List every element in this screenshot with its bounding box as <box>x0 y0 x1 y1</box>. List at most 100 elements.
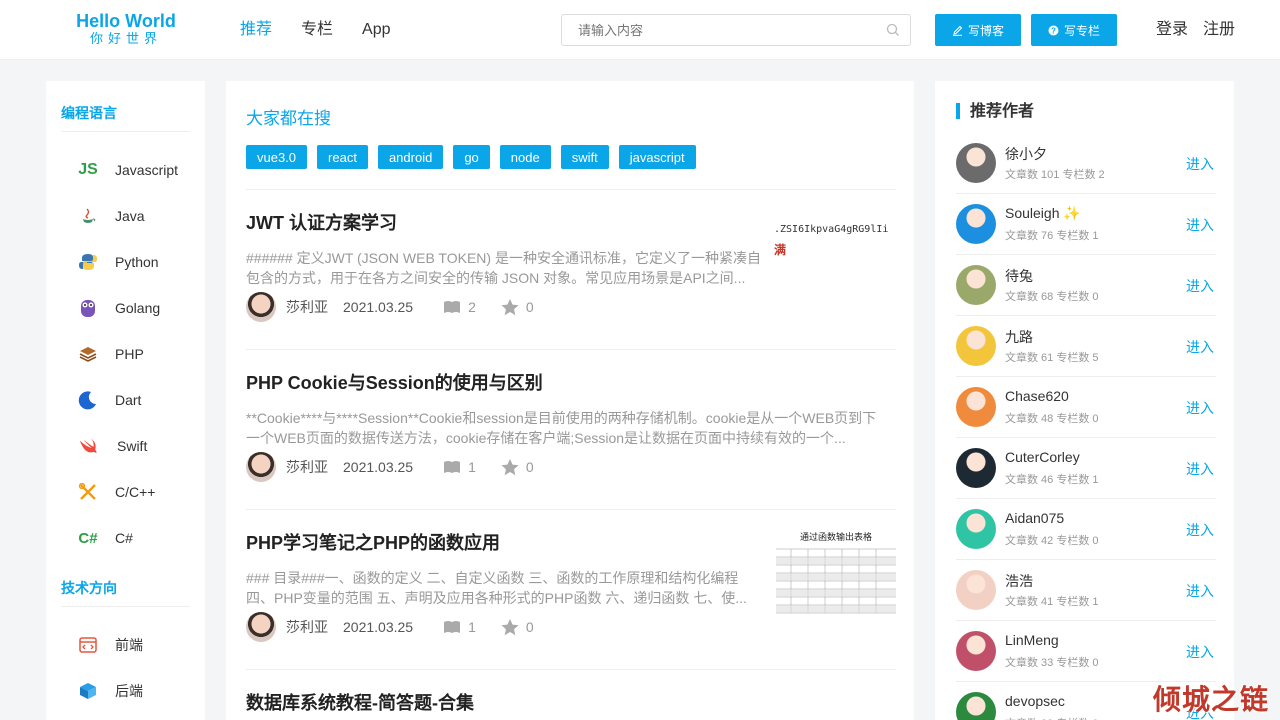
tech-divider <box>61 606 190 607</box>
avatar[interactable] <box>956 204 996 244</box>
sidebar-item-swift[interactable]: Swift <box>78 435 147 457</box>
author-row[interactable]: Souleigh ✨ 文章数 76 专栏数 1 进入 <box>956 194 1216 255</box>
avatar[interactable] <box>956 265 996 305</box>
nav-app[interactable]: App <box>362 20 390 40</box>
article-thumbnail[interactable]: 通过函数输出表格 <box>776 528 896 620</box>
author-name[interactable]: 待兔 <box>1005 266 1033 286</box>
author-name[interactable]: 浩浩 <box>1005 571 1033 591</box>
avatar[interactable] <box>956 448 996 488</box>
star-icon <box>501 458 519 475</box>
sidebar-item-backend[interactable]: 后端 <box>78 680 143 702</box>
avatar[interactable] <box>956 631 996 671</box>
enter-link[interactable]: 进入 <box>1186 337 1214 357</box>
article-author[interactable]: 莎利亚 <box>286 617 328 637</box>
search-input[interactable] <box>578 15 878 45</box>
enter-link[interactable]: 进入 <box>1186 642 1214 662</box>
sidebar-item-label: Java <box>115 208 145 224</box>
author-row[interactable]: 徐小夕 文章数 101 专栏数 2 进入 <box>956 133 1216 194</box>
enter-link[interactable]: 进入 <box>1186 276 1214 296</box>
sidebar-item-dart[interactable]: Dart <box>78 389 141 411</box>
author-row[interactable]: CuterCorley 文章数 46 专栏数 1 进入 <box>956 438 1216 499</box>
avatar[interactable] <box>956 570 996 610</box>
enter-link[interactable]: 进入 <box>1186 520 1214 540</box>
star-count: 0 <box>501 458 534 476</box>
avatar[interactable] <box>956 143 996 183</box>
author-row[interactable]: 待兔 文章数 68 专栏数 0 进入 <box>956 255 1216 316</box>
article-card[interactable]: JWT 认证方案学习 ###### 定义JWT (JSON WEB TOKEN)… <box>246 212 896 342</box>
avatar[interactable] <box>246 292 276 322</box>
tag-swift[interactable]: swift <box>560 145 609 169</box>
tags-divider <box>246 189 896 190</box>
sidebar-item-cpp[interactable]: C/C++ <box>78 481 155 503</box>
author-name[interactable]: Aidan075 <box>1005 510 1064 526</box>
author-name[interactable]: Souleigh ✨ <box>1005 205 1081 222</box>
enter-link[interactable]: 进入 <box>1186 154 1214 174</box>
author-name[interactable]: devopsec <box>1005 693 1065 709</box>
star-icon <box>501 618 519 635</box>
author-name[interactable]: 九路 <box>1005 327 1033 347</box>
enter-link[interactable]: 进入 <box>1186 459 1214 479</box>
sidebar-item-javascript[interactable]: JS Javascript <box>78 159 178 181</box>
article-title[interactable]: PHP Cookie与Session的使用与区别 <box>246 372 896 394</box>
avatar[interactable] <box>956 387 996 427</box>
svg-text:?: ? <box>1051 26 1056 35</box>
php-stack-icon <box>78 344 98 364</box>
tag-vue[interactable]: vue3.0 <box>246 145 308 169</box>
avatar[interactable] <box>246 452 276 482</box>
sidebar-item-label: C/C++ <box>115 484 156 500</box>
tag-go[interactable]: go <box>453 145 490 169</box>
author-name[interactable]: 徐小夕 <box>1005 144 1047 164</box>
write-blog-button[interactable]: 写博客 <box>935 14 1021 46</box>
avatar[interactable] <box>246 612 276 642</box>
avatar[interactable] <box>956 326 996 366</box>
article-author[interactable]: 莎利亚 <box>286 457 328 477</box>
login-link[interactable]: 登录 <box>1156 20 1188 40</box>
article-card[interactable]: PHP学习笔记之PHP的函数应用 ### 目录###一、函数的定义 二、自定义函… <box>246 532 896 662</box>
sidebar-item-csharp[interactable]: C# C# <box>78 527 133 549</box>
moon-icon <box>78 390 98 410</box>
nav-column[interactable]: 专栏 <box>301 20 333 40</box>
author-name[interactable]: Chase620 <box>1005 388 1069 404</box>
thumbnail-code-text: .ZSI6IkpvaG4gRG9lIi <box>774 224 889 235</box>
author-name[interactable]: CuterCorley <box>1005 449 1080 465</box>
avatar[interactable] <box>956 692 996 720</box>
recommended-authors-title: 推荐作者 <box>970 103 1035 120</box>
author-row[interactable]: 九路 文章数 61 专栏数 5 进入 <box>956 316 1216 377</box>
read-count-value: 1 <box>468 619 476 635</box>
pen-icon <box>952 25 963 36</box>
sidebar-item-php[interactable]: PHP <box>78 343 144 365</box>
author-row[interactable]: Aidan075 文章数 42 专栏数 0 进入 <box>956 499 1216 560</box>
article-card[interactable]: 数据库系统教程-简答题-合集 <box>246 692 896 720</box>
book-icon <box>444 301 461 313</box>
write-column-button[interactable]: ? 写专栏 <box>1031 14 1117 46</box>
right-sidebar: 推荐作者 徐小夕 文章数 101 专栏数 2 进入 Souleigh ✨ 文章数 76 … <box>935 81 1234 720</box>
tag-react[interactable]: react <box>317 145 368 169</box>
search-icon[interactable] <box>886 23 900 37</box>
author-name[interactable]: LinMeng <box>1005 632 1059 648</box>
article-title[interactable]: 数据库系统教程-简答题-合集 <box>246 692 896 714</box>
author-row[interactable]: 浩浩 文章数 41 专栏数 1 进入 <box>956 560 1216 621</box>
article-card[interactable]: PHP Cookie与Session的使用与区别 **Cookie****与**… <box>246 372 896 502</box>
author-row[interactable]: LinMeng 文章数 33 专栏数 0 进入 <box>956 621 1216 682</box>
main-content: 大家都在搜 vue3.0 react android go node swift… <box>226 81 914 720</box>
tag-node[interactable]: node <box>499 145 551 169</box>
left-sidebar: 编程语言 JS Javascript Java Python Golang PH… <box>46 81 205 720</box>
thumbnail-red-text: 满 <box>774 243 787 257</box>
enter-link[interactable]: 进入 <box>1186 398 1214 418</box>
register-link[interactable]: 注册 <box>1203 20 1235 40</box>
sidebar-item-frontend[interactable]: 前端 <box>78 634 143 656</box>
tag-javascript[interactable]: javascript <box>618 145 696 169</box>
avatar[interactable] <box>956 509 996 549</box>
enter-link[interactable]: 进入 <box>1186 581 1214 601</box>
sidebar-item-golang[interactable]: Golang <box>78 297 160 319</box>
author-stats: 文章数 33 专栏数 0 <box>1005 657 1099 669</box>
article-thumbnail[interactable]: .ZSI6IkpvaG4gRG9lIi 满 <box>774 214 914 294</box>
sidebar-item-java[interactable]: Java <box>78 205 145 227</box>
site-logo[interactable]: Hello World 你好世界 <box>74 12 178 47</box>
enter-link[interactable]: 进入 <box>1186 215 1214 235</box>
tag-android[interactable]: android <box>377 145 444 169</box>
author-row[interactable]: Chase620 文章数 48 专栏数 0 进入 <box>956 377 1216 438</box>
sidebar-item-python[interactable]: Python <box>78 251 159 273</box>
article-author[interactable]: 莎利亚 <box>286 297 328 317</box>
nav-recommend[interactable]: 推荐 <box>240 20 272 40</box>
